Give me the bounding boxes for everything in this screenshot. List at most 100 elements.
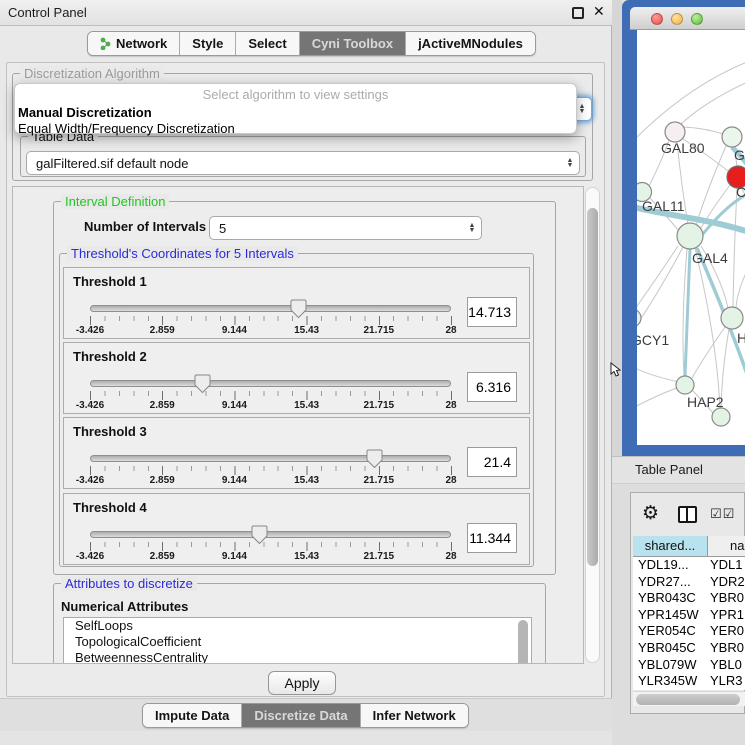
tick-label: 9.144 [222, 475, 247, 486]
gear-icon[interactable]: ⚙ [642, 502, 659, 525]
node-label: GAL4 [692, 250, 728, 266]
node-hap2[interactable] [676, 376, 694, 394]
column-header-shared[interactable]: shared... [633, 536, 708, 556]
checkbox-filter-icons[interactable]: ☑☑ [710, 506, 735, 522]
threshold-panel-1: Threshold 1-3.4262.8599.14415.4321.71528… [63, 267, 530, 339]
apply-button[interactable]: Apply [268, 671, 336, 695]
node-table[interactable]: shared... na YDL19...YDL1YDR27...YDR2YBR… [633, 536, 745, 690]
tick-label: 15.43 [294, 551, 319, 562]
zoom-traffic-light-icon[interactable] [691, 13, 703, 25]
scrollbar-thumb[interactable] [587, 208, 598, 566]
tick-label: 15.43 [294, 325, 319, 336]
column-layout-icon[interactable] [678, 506, 697, 523]
tick-label: -3.426 [76, 475, 104, 486]
dropdown-option-equal-width[interactable]: Equal Width/Frequency Discretization [15, 120, 576, 136]
tick-label: -3.426 [76, 400, 104, 411]
slider-major-ticks [90, 316, 452, 325]
table-row[interactable]: YBR043CYBR0 [633, 590, 745, 607]
table-data-combobox[interactable]: galFiltered.sif default node ▲▼ [26, 151, 580, 175]
tick-label: 9.144 [222, 400, 247, 411]
threshold-value-field[interactable]: 21.4 [467, 447, 517, 477]
close-icon[interactable]: ✕ [593, 3, 605, 20]
slider-track[interactable] [90, 531, 451, 538]
column-header-name[interactable]: na [708, 536, 745, 556]
network-canvas[interactable]: GAL80GACGAL11GAL4GCY1HHAP2 [637, 30, 745, 445]
node-label: HAP2 [687, 394, 724, 410]
network-nodes[interactable] [637, 122, 745, 426]
panel-title: Control Panel [8, 5, 87, 20]
table-row[interactable]: YDR27...YDR2 [633, 574, 745, 591]
tab-cyni-toolbox[interactable]: Cyni Toolbox [300, 32, 406, 55]
minimize-traffic-light-icon[interactable] [671, 13, 683, 25]
node-label: GAL11 [642, 198, 685, 214]
slider-thumb[interactable] [290, 299, 307, 319]
table-panel-title: Table Panel [635, 462, 703, 477]
table-row[interactable]: YBR045CYBR0 [633, 640, 745, 657]
threshold-value-field[interactable]: 6.316 [467, 372, 517, 402]
tab-discretize-data[interactable]: Discretize Data [242, 704, 360, 727]
slider-major-ticks [90, 391, 452, 400]
tick-label: 28 [445, 400, 456, 411]
threshold-value-field[interactable]: 11.344 [467, 523, 517, 553]
tick-label: 2.859 [150, 400, 175, 411]
threshold-panel-3: Threshold 3-3.4262.8599.14415.4321.71528… [63, 417, 530, 489]
attribute-item[interactable]: TopologicalCoefficient [64, 634, 531, 650]
bottom-tabbar: Impute DataDiscretize DataInfer Network [142, 703, 469, 728]
numerical-attributes-list[interactable]: SelfLoopsTopologicalCoefficientBetweenne… [63, 617, 532, 664]
node-label: H [737, 330, 745, 346]
slider-track[interactable] [90, 380, 451, 387]
node-gal80[interactable] [665, 122, 685, 142]
table-hscrollbar-track[interactable] [633, 691, 745, 706]
attribute-item[interactable]: SelfLoops [64, 618, 531, 634]
slider-thumb[interactable] [366, 449, 383, 469]
node-label: C [736, 184, 745, 200]
tick-label: 2.859 [150, 475, 175, 486]
tick-label: -3.426 [76, 551, 104, 562]
slider-track[interactable] [90, 305, 451, 312]
threshold-value-field[interactable]: 14.713 [467, 297, 517, 327]
slider-major-ticks [90, 466, 452, 475]
node-label: GA [734, 147, 745, 163]
slider-thumb[interactable] [251, 525, 268, 545]
numerical-attributes-label: Numerical Attributes [61, 599, 188, 614]
table-row[interactable]: YBL079WYBL0 [633, 657, 745, 674]
node[interactable] [712, 408, 730, 426]
settings-scrollpane: Interval Definition Number of Intervals … [12, 186, 584, 664]
tab-infer-network[interactable]: Infer Network [361, 704, 468, 727]
scrollbar-track[interactable] [585, 187, 600, 663]
group-title: Interval Definition [61, 194, 169, 209]
tick-label: 21.715 [364, 325, 395, 336]
slider-track[interactable] [90, 455, 451, 462]
table-hscrollbar-thumb[interactable] [636, 694, 740, 705]
network-window-titlebar [630, 7, 745, 30]
slider-thumb[interactable] [194, 374, 211, 394]
float-window-icon[interactable] [572, 7, 584, 19]
tab-jactivemnodules[interactable]: jActiveMNodules [406, 32, 535, 55]
group-title: Discretization Algorithm [20, 66, 164, 81]
number-of-intervals-combobox[interactable]: 5 ▲▼ [209, 216, 482, 240]
table-row[interactable]: YPR145WYPR1 [633, 607, 745, 624]
tab-style[interactable]: Style [180, 32, 236, 55]
node-gal4[interactable] [677, 223, 703, 249]
tab-select[interactable]: Select [236, 32, 299, 55]
tick-label: 28 [445, 475, 456, 486]
control-panel: Control Panel ✕ NetworkStyleSelectCyni T… [0, 0, 612, 731]
dropdown-placeholder: Select algorithm to view settings [15, 87, 576, 104]
close-traffic-light-icon[interactable] [651, 13, 663, 25]
tab-impute-data[interactable]: Impute Data [143, 704, 242, 727]
attribute-item[interactable]: BetweennessCentrality [64, 650, 531, 664]
control-panel-titlebar: Control Panel ✕ [0, 0, 612, 26]
tab-network[interactable]: Network [88, 32, 180, 55]
threshold-label: Threshold 4 [73, 500, 147, 515]
node-label: GCY1 [637, 332, 669, 348]
node[interactable] [721, 307, 743, 329]
table-row[interactable]: YER054CYER0 [633, 623, 745, 640]
list-scrollbar[interactable] [518, 620, 528, 664]
dropdown-option-manual[interactable]: Manual Discretization [15, 104, 576, 120]
node-gcy1[interactable] [637, 309, 641, 327]
threshold-panel-2: Threshold 2-3.4262.8599.14415.4321.71528… [63, 342, 530, 414]
table-row[interactable]: YDL19...YDL1 [633, 557, 745, 574]
network-icon [100, 37, 111, 50]
node[interactable] [722, 127, 742, 147]
table-row[interactable]: YLR345WYLR3 [633, 673, 745, 690]
